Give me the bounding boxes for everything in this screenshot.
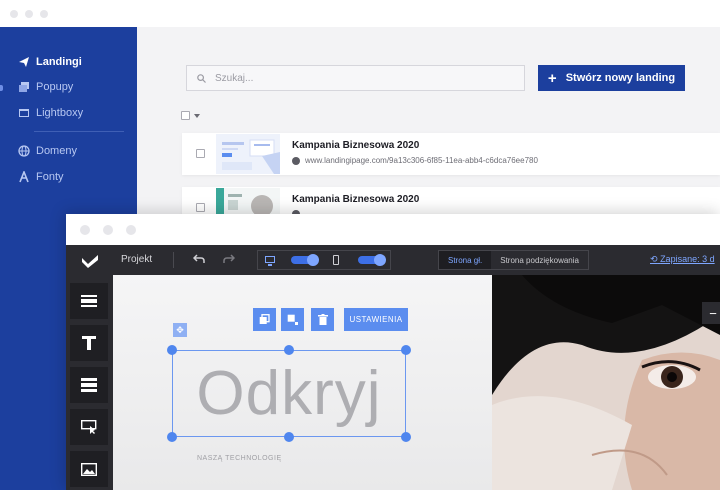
delete-icon[interactable] bbox=[311, 308, 334, 331]
create-landing-label: Stwórz nowy landing bbox=[565, 72, 676, 84]
window-minimize-dot[interactable] bbox=[103, 225, 113, 235]
sidebar-item-label: Popupy bbox=[36, 81, 74, 93]
mobile-toggle[interactable] bbox=[358, 254, 386, 266]
mobile-view-icon[interactable] bbox=[333, 255, 339, 265]
globe-dot-icon bbox=[292, 156, 300, 165]
stacked-windows-icon bbox=[18, 81, 30, 93]
resize-handle-bottom[interactable] bbox=[284, 432, 294, 442]
sidebar-divider bbox=[34, 131, 124, 132]
desktop-toggle[interactable] bbox=[291, 254, 319, 266]
desktop-view-icon[interactable] bbox=[265, 256, 275, 266]
window-maximize-dot[interactable] bbox=[126, 225, 136, 235]
landing-name[interactable]: Kampania Biznesowa 2020 bbox=[292, 194, 419, 205]
sidebar-item-domeny[interactable]: Domeny bbox=[18, 142, 77, 160]
selection-box bbox=[172, 350, 406, 437]
zoom-out-button[interactable]: − bbox=[702, 302, 720, 324]
chevron-down-icon[interactable] bbox=[194, 113, 200, 118]
subtitle-text[interactable]: NASZĄ TECHNOLOGIĘ bbox=[197, 455, 282, 462]
landing-row[interactable]: Kampania Biznesowa 2020 www.landingipage… bbox=[182, 133, 720, 175]
settings-button[interactable]: USTAWIENIA bbox=[344, 308, 408, 331]
window-close-dot[interactable] bbox=[10, 10, 18, 18]
layer-icon[interactable] bbox=[281, 308, 304, 331]
move-icon[interactable]: ✥ bbox=[173, 323, 187, 337]
sidebar-item-popupy[interactable]: Popupy bbox=[18, 78, 73, 96]
resize-handle-bottom-left[interactable] bbox=[167, 432, 177, 442]
window-minimize-dot[interactable] bbox=[25, 10, 33, 18]
editor-window: Projekt Strona gł. Strona podziękowania … bbox=[66, 214, 720, 490]
saved-status-text: Zapisane: 3 d bbox=[660, 254, 715, 264]
redo-icon[interactable] bbox=[223, 253, 236, 267]
editor-topbar: Projekt Strona gł. Strona podziękowania … bbox=[66, 245, 720, 275]
active-indicator bbox=[0, 85, 3, 91]
landing-url-text: www.landingipage.com/9a13c306-6f85-11ea-… bbox=[305, 156, 538, 165]
globe-icon bbox=[18, 145, 30, 157]
landingi-logo-icon[interactable] bbox=[82, 254, 98, 268]
resize-handle-top-right[interactable] bbox=[401, 345, 411, 355]
sidebar-item-lightboxy[interactable]: Lightboxy bbox=[18, 104, 83, 122]
select-all-control[interactable] bbox=[181, 111, 200, 120]
plus-icon: + bbox=[547, 69, 557, 87]
undo-icon[interactable] bbox=[192, 253, 205, 267]
sidebar-item-label: Fonty bbox=[36, 171, 64, 183]
device-switcher bbox=[257, 250, 391, 270]
search-placeholder: Szukaj... bbox=[215, 72, 254, 84]
image-tool-icon[interactable] bbox=[70, 451, 108, 487]
sidebar-item-label: Landingi bbox=[36, 56, 82, 68]
history-icon: ⟲ bbox=[650, 254, 658, 264]
paper-plane-icon bbox=[18, 56, 30, 68]
landing-url[interactable]: www.landingipage.com/9a13c306-6f85-11ea-… bbox=[292, 156, 538, 165]
select-all-checkbox[interactable] bbox=[181, 111, 190, 120]
topbar-divider bbox=[173, 252, 174, 268]
resize-handle-top[interactable] bbox=[284, 345, 294, 355]
sidebar-item-label: Lightboxy bbox=[36, 107, 84, 119]
landing-name[interactable]: Kampania Biznesowa 2020 bbox=[292, 140, 419, 151]
tab-home-page[interactable]: Strona gł. bbox=[439, 251, 492, 269]
editor-titlebar bbox=[66, 214, 720, 245]
toggle-knob bbox=[307, 254, 319, 266]
text-tool-icon[interactable] bbox=[70, 325, 108, 361]
sidebar-item-landingi[interactable]: Landingi bbox=[18, 53, 82, 71]
saved-status-link[interactable]: ⟲ Zapisane: 3 d bbox=[650, 254, 715, 265]
font-icon bbox=[18, 171, 30, 183]
rows-tool-icon[interactable] bbox=[70, 367, 108, 403]
button-tool-icon[interactable] bbox=[70, 409, 108, 445]
hero-photo[interactable] bbox=[492, 275, 720, 490]
section-tool-icon[interactable] bbox=[70, 283, 108, 319]
search-input[interactable]: Szukaj... bbox=[186, 65, 525, 91]
window-icon bbox=[18, 107, 30, 119]
toggle-knob bbox=[374, 254, 386, 266]
page-tabs: Strona gł. Strona podziękowania bbox=[438, 250, 589, 270]
row-checkbox[interactable] bbox=[196, 203, 205, 212]
row-checkbox[interactable] bbox=[196, 149, 205, 158]
sidebar-item-fonty[interactable]: Fonty bbox=[18, 168, 64, 186]
create-landing-button[interactable]: + Stwórz nowy landing bbox=[538, 65, 685, 91]
search-icon bbox=[197, 73, 206, 83]
sidebar-item-label: Domeny bbox=[36, 145, 77, 157]
resize-handle-bottom-right[interactable] bbox=[401, 432, 411, 442]
landing-thumbnail bbox=[216, 134, 280, 174]
widget-toolbar bbox=[66, 275, 113, 490]
tab-thank-you-page[interactable]: Strona podziękowania bbox=[491, 251, 588, 269]
resize-handle-top-left[interactable] bbox=[167, 345, 177, 355]
window-close-dot[interactable] bbox=[80, 225, 90, 235]
window-maximize-dot[interactable] bbox=[40, 10, 48, 18]
dashboard-titlebar bbox=[0, 0, 720, 27]
duplicate-icon[interactable] bbox=[253, 308, 276, 331]
project-menu[interactable]: Projekt bbox=[121, 254, 152, 265]
